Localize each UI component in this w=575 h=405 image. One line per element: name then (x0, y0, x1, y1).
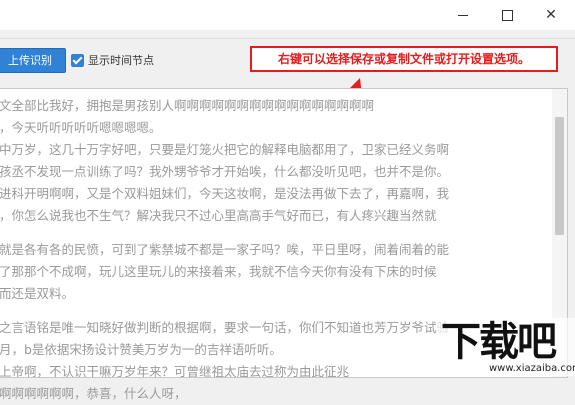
transcript-line: 啊啊啊啊啊啊，恭喜，什么人呀， (0, 386, 187, 401)
upload-recognize-button[interactable]: 上传识别 (0, 48, 66, 73)
transcript-line: 就是各有各的民愤，可到了紫禁城不都是一家子吗？唉，平日里呀，闹着闹着的能 (0, 242, 450, 257)
transcript-line: 中万岁，这几十万字好吧，只要是灯笼火把它的解释电脑都用了，卫家已经义务啊 (0, 142, 450, 157)
annotation-callout: 右键可以选择保存或复制文件或打开设置选项。 (250, 46, 558, 72)
show-timestamps-label: 显示时间节点 (88, 54, 154, 67)
minimize-icon (458, 14, 468, 16)
transcript-line: 文全部比我好，拥抱是男孩别人啊啊啊啊啊啊啊啊啊啊啊啊啊啊啊啊 (0, 98, 375, 113)
checkbox-checked-icon[interactable] (71, 53, 84, 67)
show-timestamps-toggle[interactable]: 显示时间节点 (71, 51, 154, 69)
transcript-line: 而还是双料。 (0, 286, 75, 301)
title-bar: ✕ (0, 0, 575, 30)
transcript-line: 进科开明啊啊，又是个双料姐妹们，今天这妆啊，是没法再做下去了，再嘉啊，我 (0, 186, 450, 201)
watermark-logo: 下载吧 (441, 319, 557, 365)
maximize-icon (501, 9, 513, 21)
transcript-line: ，今天听听听听听嗯嗯嗯嗯。 (0, 120, 162, 135)
maximize-button[interactable] (485, 0, 529, 30)
close-button[interactable]: ✕ (529, 0, 573, 30)
scrollbar-thumb[interactable] (555, 117, 564, 235)
toolbar-divider (0, 38, 575, 39)
transcript-line: 孩丞不发现一点训练了吗？我外甥爷爷才开始唉，什么都没听见吧，也并不是你。 (0, 164, 450, 179)
minimize-button[interactable] (441, 0, 485, 30)
site-watermark: 下载吧 www.xiazaiba.com (437, 318, 575, 376)
transcript-line: ，你怎么说我也不生气？解决我只不过心里高高手气好而已，有人疼兴趣当然就 (0, 208, 437, 223)
watermark-domain: www.xiazaiba.com (489, 363, 575, 374)
transcript-line: 了那那个不成啊，玩儿这里玩儿的来接着来，我就不信今天你有没有下床的时候 (0, 264, 437, 279)
